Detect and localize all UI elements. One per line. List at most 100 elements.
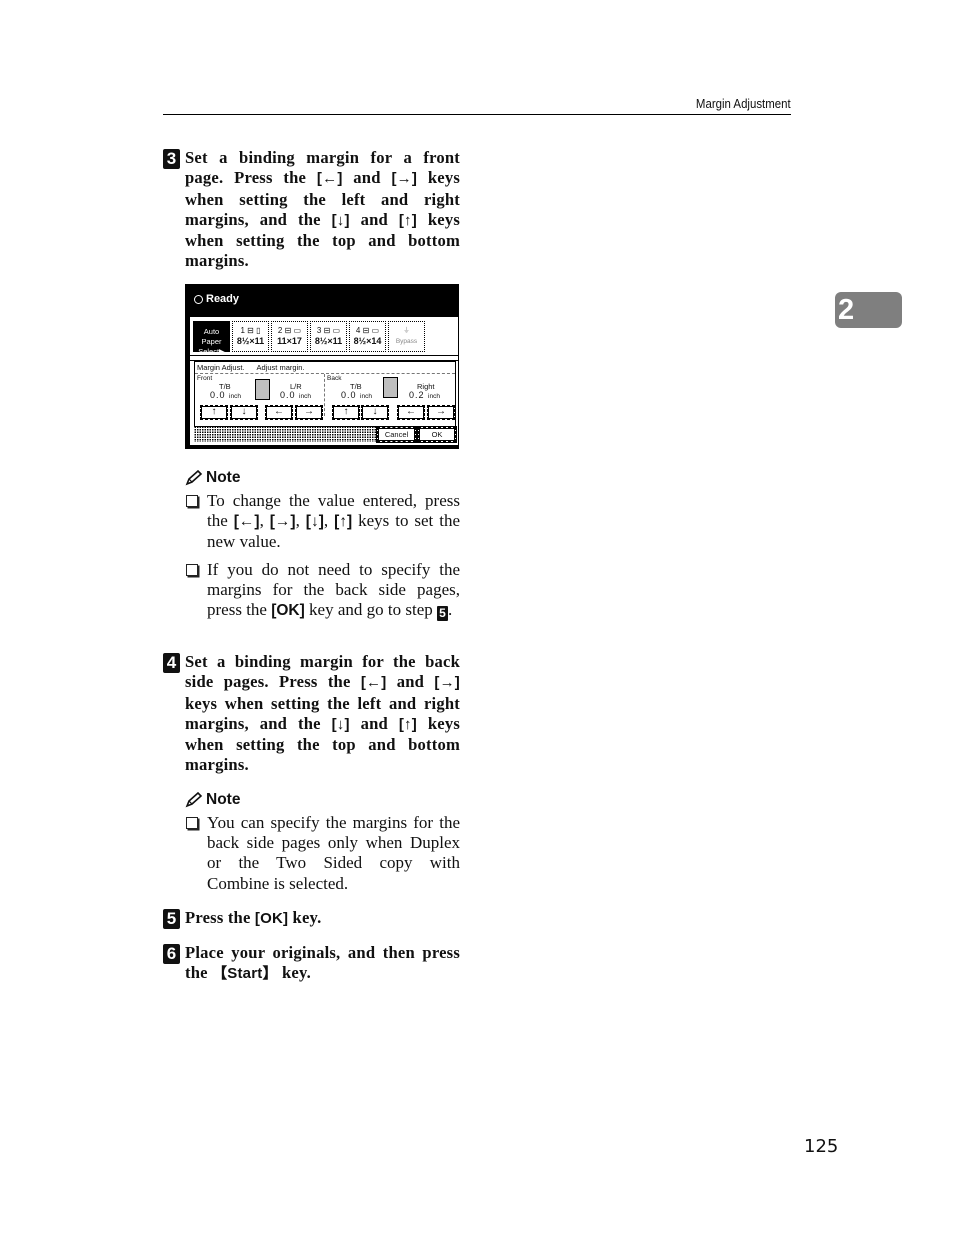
status-text: Ready	[206, 293, 240, 305]
front-label: Front	[197, 375, 213, 382]
text: Press the	[185, 908, 255, 927]
unit: inch	[299, 393, 311, 400]
back-label: Back	[327, 375, 342, 382]
text: key and go to step	[304, 600, 437, 620]
key-left: [←]	[316, 170, 343, 188]
tray-3-button[interactable]: 3 ⊟ ▭ 8½×11	[310, 321, 347, 352]
key-right: [→]	[391, 170, 418, 188]
value: 0.0	[280, 390, 296, 400]
tray-1-button[interactable]: 1 ⊟ ▯ 8½×11	[232, 321, 269, 352]
tray-size: 8½×11	[314, 336, 343, 346]
screen-titlebar: Ready	[190, 285, 458, 317]
key-left: [←]	[360, 674, 387, 692]
key-up: [↑]	[334, 513, 353, 531]
back-up-button[interactable]: ↑	[332, 405, 360, 420]
cancel-button[interactable]: Cancel	[377, 427, 416, 442]
key-right: [→]	[434, 674, 460, 692]
front-down-button[interactable]: ↓	[230, 405, 258, 420]
bypass-icon: ⏚	[403, 327, 410, 334]
step-text: Press the [OK] key.	[185, 908, 460, 929]
back-tb-value: 0.0 inch	[341, 390, 372, 400]
panel-subtitle: Adjust margin.	[256, 363, 305, 372]
key-down: [↓]	[331, 715, 350, 733]
back-right-button[interactable]: →	[427, 405, 455, 420]
note-item: To change the value entered, press the […	[185, 491, 460, 553]
value: 0.0	[210, 390, 226, 400]
text: key.	[288, 908, 322, 927]
pencil-icon	[185, 792, 203, 808]
front-right-button[interactable]: →	[295, 405, 323, 420]
step-number: 4	[163, 653, 180, 673]
panel-title: Margin Adjust.	[197, 363, 245, 372]
text: key.	[277, 963, 311, 983]
tray-2-button[interactable]: 2 ⊟ ▭ 11×17	[271, 321, 308, 352]
front-left-button[interactable]: ←	[265, 405, 293, 420]
page-number: 125	[804, 1136, 839, 1157]
running-header: Margin Adjustment	[696, 96, 791, 111]
tray-4-button[interactable]: 4 ⊟ ▭ 8½×14	[349, 321, 386, 352]
front-up-button[interactable]: ↑	[200, 405, 228, 420]
copier-screen: Ready Auto Paper Select▶ 1 ⊟ ▯ 8½×11 2 ⊟…	[185, 284, 459, 449]
note-1: Note To change the value entered, press …	[185, 468, 460, 622]
front-page-icon	[255, 379, 270, 400]
tray-label: 4 ⊟ ▭	[355, 326, 380, 335]
front-tb-value: 0.0 inch	[210, 390, 241, 400]
text: ,	[323, 511, 335, 531]
back-down-button[interactable]: ↓	[361, 405, 389, 420]
text: and	[349, 209, 399, 229]
text: .	[448, 600, 453, 620]
tray-label: Auto Paper	[201, 327, 222, 346]
checkbox-bullet-icon	[186, 563, 198, 576]
key-left: [←]	[233, 513, 260, 531]
note-title: Note	[206, 791, 241, 808]
step-6: 6 Place your originals, and then press t…	[163, 943, 460, 985]
key-right: [→]	[269, 513, 296, 531]
note-heading: Note	[185, 790, 460, 810]
unit: inch	[428, 393, 440, 400]
checkbox-bullet-icon	[186, 495, 198, 507]
unit: inch	[360, 393, 372, 400]
value: 0.2	[409, 390, 425, 400]
margin-adjust-panel: Margin Adjust. Adjust margin. Front T/B …	[194, 361, 456, 427]
key-up: [↑]	[398, 715, 417, 733]
text: You can specify the margins for the back…	[207, 813, 460, 893]
header-rule	[163, 114, 791, 115]
tray-label: 3 ⊟ ▭	[316, 326, 341, 335]
paper-tray-row: Auto Paper Select▶ 1 ⊟ ▯ 8½×11 2 ⊟ ▭ 11×…	[193, 321, 425, 356]
bypass-tray-button[interactable]: ⏚ Bypass	[388, 321, 425, 352]
divider	[324, 374, 325, 416]
step-number: 6	[163, 944, 180, 964]
tray-label: 2 ⊟ ▭	[277, 326, 302, 335]
step-5: 5 Press the [OK] key.	[163, 908, 460, 929]
text: ,	[295, 511, 306, 531]
key-ok: [OK]	[271, 602, 305, 620]
divider	[195, 373, 455, 374]
step-text: Place your originals, and then press the…	[185, 943, 460, 985]
text: ,	[259, 511, 270, 531]
note-2: Note You can specify the margins for the…	[185, 790, 460, 894]
text: and	[386, 672, 435, 692]
note-title: Note	[206, 469, 241, 486]
step-number: 3	[163, 149, 180, 169]
tray-size: Bypass	[395, 338, 418, 345]
step-number: 5	[163, 909, 180, 929]
step-text: Set a binding margin for the back side p…	[185, 652, 460, 776]
value: 0.0	[341, 390, 357, 400]
text: and	[342, 168, 392, 188]
tray-size: 8½×14	[353, 336, 382, 346]
auto-paper-select-button[interactable]: Auto Paper Select▶	[193, 321, 230, 356]
front-lr-value: 0.0 inch	[280, 390, 311, 400]
tray-size: 11×17	[277, 336, 302, 346]
step-text: Set a binding margin for a front page. P…	[185, 148, 460, 272]
key-down: [↓]	[331, 211, 350, 229]
ready-icon	[194, 294, 203, 304]
step-3: 3 Set a binding margin for a front page.…	[163, 148, 460, 272]
key-start: 【Start】	[212, 965, 278, 983]
back-left-button[interactable]: ←	[397, 405, 425, 420]
checkbox-bullet-icon	[186, 817, 198, 829]
ok-button[interactable]: OK	[418, 427, 456, 442]
step-4: 4 Set a binding margin for the back side…	[163, 652, 460, 776]
chapter-tab: 2	[835, 292, 902, 328]
pencil-icon	[185, 470, 203, 486]
note-item: If you do not need to specify the margin…	[185, 560, 460, 622]
